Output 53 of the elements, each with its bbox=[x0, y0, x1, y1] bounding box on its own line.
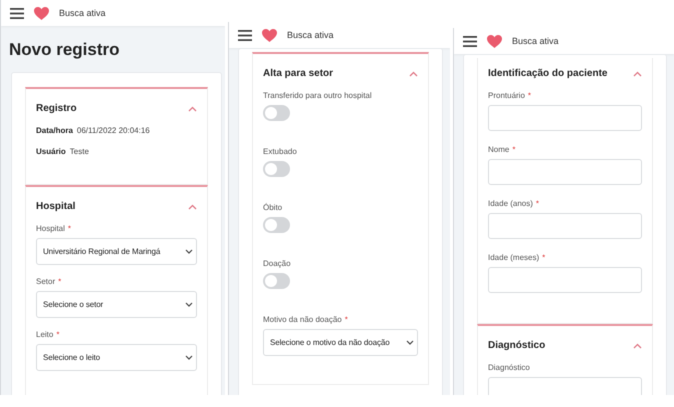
toggle-switch[interactable] bbox=[263, 217, 290, 233]
section-title: Diagnóstico bbox=[488, 340, 546, 351]
section-title: Registro bbox=[36, 103, 77, 114]
info-value: Teste bbox=[70, 147, 89, 156]
toggle-label: Doação bbox=[263, 259, 292, 268]
select-field[interactable]: Universitário Regional de Maringá bbox=[36, 238, 197, 265]
field-label: Hospital * bbox=[36, 224, 72, 233]
select-field[interactable]: Selecione o motivo da não doação bbox=[263, 329, 418, 356]
caret-icon bbox=[406, 340, 414, 345]
caret-icon bbox=[185, 355, 193, 360]
menu-icon[interactable] bbox=[238, 30, 252, 40]
chevron-up-icon[interactable] bbox=[409, 70, 418, 76]
input-field[interactable] bbox=[488, 159, 642, 185]
info-value: 06/11/2022 20:04:16 bbox=[76, 126, 150, 135]
select-field[interactable]: Selecione o setor bbox=[36, 291, 197, 318]
input-field[interactable] bbox=[488, 105, 642, 131]
toggle-label: Extubado bbox=[263, 147, 298, 156]
toggle-label: Óbito bbox=[263, 203, 284, 212]
heart-logo-icon bbox=[34, 6, 49, 20]
section-title: Hospital bbox=[36, 201, 76, 212]
field-label: Setor * bbox=[36, 277, 62, 286]
field-label: Leito * bbox=[36, 330, 60, 339]
field-label: Diagnóstico bbox=[488, 363, 531, 372]
chevron-up-icon[interactable] bbox=[633, 70, 642, 76]
chevron-up-icon[interactable] bbox=[188, 106, 197, 112]
field-label: Nome * bbox=[488, 145, 516, 154]
section-title: Identificação do paciente bbox=[488, 68, 608, 79]
heart-logo-icon bbox=[262, 28, 277, 42]
app-name: Busca ativa bbox=[512, 36, 559, 46]
field-label: Idade (anos) * bbox=[488, 199, 540, 208]
heart-logo-icon bbox=[487, 34, 502, 48]
field-label: Prontuário * bbox=[488, 91, 532, 100]
caret-icon bbox=[185, 302, 193, 307]
field-label: Idade (meses) * bbox=[488, 253, 546, 262]
menu-icon[interactable] bbox=[10, 8, 24, 18]
section-title: Alta para setor bbox=[263, 68, 334, 79]
caret-icon bbox=[185, 249, 193, 254]
app-name: Busca ativa bbox=[59, 8, 106, 18]
toggle-switch[interactable] bbox=[263, 105, 290, 121]
field-label: Motivo da não doação * bbox=[263, 315, 349, 324]
info-label: Usuário bbox=[36, 147, 66, 156]
chevron-up-icon[interactable] bbox=[188, 204, 197, 210]
toggle-switch[interactable] bbox=[263, 161, 290, 177]
input-field[interactable] bbox=[488, 267, 642, 293]
menu-icon[interactable] bbox=[463, 36, 477, 46]
select-field[interactable]: Selecione o leito bbox=[36, 344, 197, 371]
input-field[interactable] bbox=[488, 213, 642, 239]
chevron-up-icon[interactable] bbox=[633, 342, 642, 348]
toggle-switch[interactable] bbox=[263, 273, 290, 289]
page-title: Novo registro bbox=[9, 40, 121, 60]
toggle-label: Transferido para outro hospital bbox=[263, 91, 373, 100]
app-name: Busca ativa bbox=[287, 30, 334, 40]
info-label: Data/hora bbox=[36, 126, 73, 135]
